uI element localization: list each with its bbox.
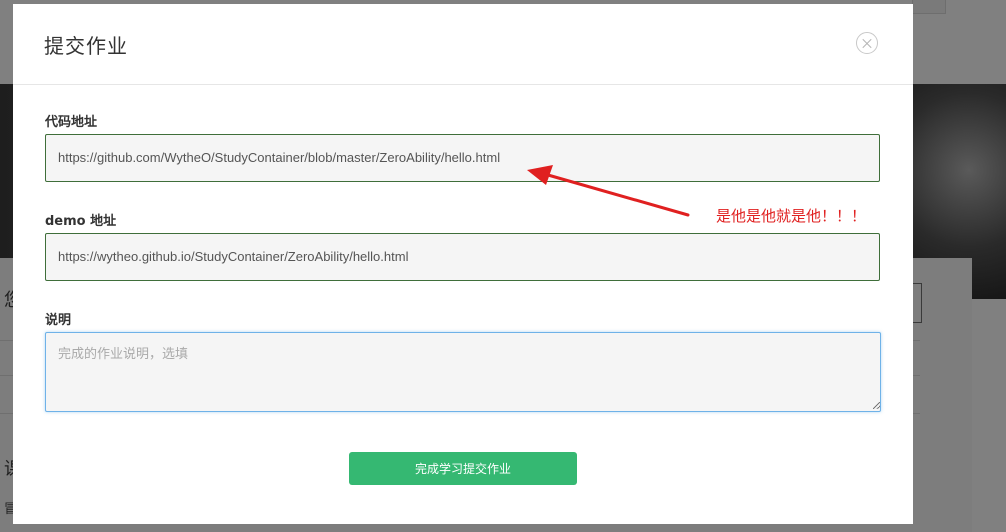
annotation-text: 是他是他就是他！！！ <box>716 207 867 225</box>
annotation-arrow-icon <box>527 165 690 217</box>
